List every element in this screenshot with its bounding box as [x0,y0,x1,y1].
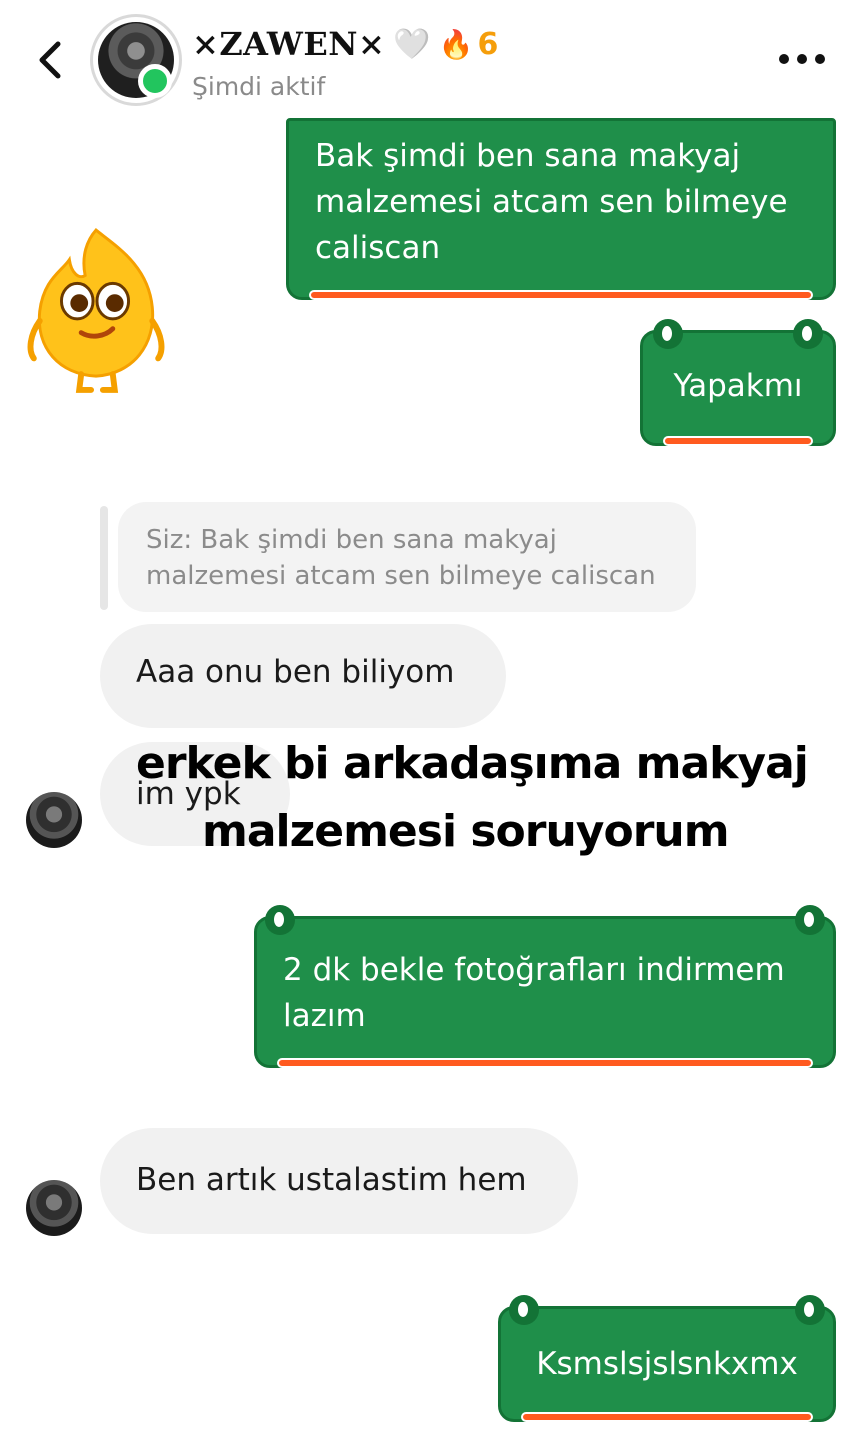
streak-badge: 🔥 6 [439,27,499,62]
accent-bar [277,1058,813,1068]
frog-eye-left-icon [265,905,295,935]
frog-eye-left-icon [653,319,683,349]
caption-line-1: erkek bi arkadaşıma makyaj [136,738,809,789]
message-text: Ksmslsjslsnkxmx [536,1346,798,1382]
fire-icon: 🔥 [438,27,474,61]
caption-line-2: malzemesi soruyorum [202,806,730,857]
frog-eye-left-icon [509,1295,539,1325]
contact-name-row[interactable]: ×ZAWEN× 🤍 🔥 6 [192,22,498,66]
outgoing-message[interactable]: Bak şimdi ben sana makyaj malzemesi atca… [286,118,836,300]
heart-icon: 🤍 [393,26,431,62]
reply-indicator-bar [100,506,108,610]
reply-quote[interactable]: Siz: Bak şimdi ben sana makyaj malzemesi… [118,502,696,612]
fire-mascot-sticker-icon[interactable] [22,226,170,394]
accent-bar [663,436,813,446]
frog-eye-right-icon [793,319,823,349]
incoming-message[interactable]: Aaa onu ben biliyom [100,624,506,728]
frog-eye-right-icon [795,905,825,935]
message-text: Yapakmı [673,368,803,404]
contact-avatar[interactable] [90,14,182,106]
message-text: 2 dk bekle fotoğrafları indirmem lazım [283,952,785,1034]
more-options-icon[interactable] [776,44,828,74]
outgoing-message[interactable]: 2 dk bekle fotoğrafları indirmem lazım [254,905,836,1068]
chat-header: ×ZAWEN× 🤍 🔥 6 Şimdi aktif [0,0,864,112]
accent-bar [521,1412,813,1422]
sender-avatar[interactable] [26,1180,82,1236]
message-text: Aaa onu ben biliyom [136,654,455,690]
back-arrow-icon[interactable] [30,38,70,82]
streak-count: 6 [477,26,499,62]
online-status-dot [138,64,172,98]
frog-eye-right-icon [795,1295,825,1325]
incoming-message[interactable]: Ben artık ustalastim hem [100,1128,578,1234]
accent-bar [309,290,813,300]
contact-name: ×ZAWEN× [192,25,386,63]
outgoing-message[interactable]: Yapakmı [640,319,836,446]
message-text: Ben artık ustalastim hem [136,1162,527,1198]
sender-avatar[interactable] [26,792,82,848]
outgoing-message[interactable]: Ksmslsjslsnkxmx [498,1295,836,1422]
active-status: Şimdi aktif [192,72,326,101]
message-text: Bak şimdi ben sana makyaj malzemesi atca… [315,138,788,266]
